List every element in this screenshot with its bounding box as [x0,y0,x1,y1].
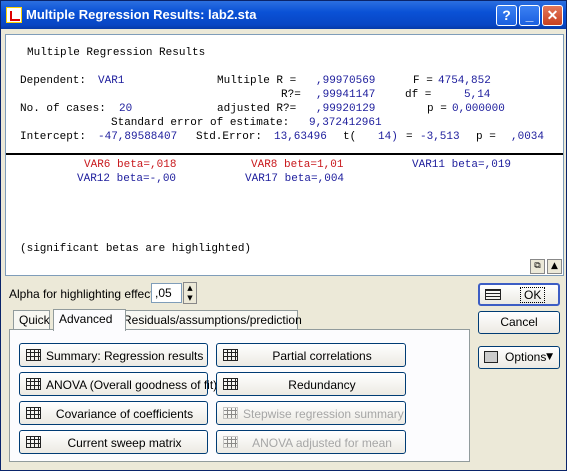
f-value: 4754,852 [438,75,491,87]
anova-button[interactable]: ANOVA (Overall goodness of fit) [19,372,218,396]
covariance-label: Covariance of coefficients [55,407,194,421]
table-icon [223,349,238,361]
p2-value: ,0034 [511,131,545,143]
covariance-button[interactable]: Covariance of coefficients [19,401,208,425]
beta-var12: VAR12 beta=-,00 [77,173,177,185]
t-equals: = [406,131,413,143]
table-icon [223,407,238,419]
copy-icon[interactable]: ⧉ [530,259,545,274]
statistica-app-icon[interactable] [6,7,22,23]
intercept-value: -47,89588407 [98,131,178,143]
tab-residuals[interactable]: Residuals/assumptions/prediction [117,310,302,330]
r-squared-value: ,99941147 [316,89,376,101]
minimize-button[interactable]: _ [519,5,540,26]
scroll-up-icon[interactable]: ▲ [547,259,562,274]
alpha-input[interactable]: ,05 [151,283,182,303]
redundancy-label: Redundancy [288,378,356,392]
multiple-r-label: Multiple R = [217,75,297,87]
summary-icon [26,349,41,361]
ok-icon [485,289,501,300]
t-value: -3,513 [420,131,460,143]
f-label: F = [413,75,433,87]
chevron-down-icon: ▼ [546,352,553,362]
stepwise-summary-button[interactable]: Stepwise regression summary [216,401,406,425]
std-error-estimate-label: Standard error of estimate: [111,117,290,129]
anova-adjusted-button[interactable]: ANOVA adjusted for mean [216,430,406,454]
results-output-panel[interactable]: Multiple Regression Results Dependent: V… [5,34,564,276]
intercept-label: Intercept: [20,131,87,143]
output-separator [6,153,563,155]
std-error-label: Std.Error: [196,131,263,143]
t-label: t( [343,131,357,143]
adjusted-r-squared-label: adjusted R?= [217,103,297,115]
df-label: df = [405,89,432,101]
summary-button[interactable]: Summary: Regression results [19,343,208,367]
std-error-estimate-value: 9,372412961 [309,117,382,129]
options-icon [484,351,498,363]
table-icon [223,378,238,390]
advanced-tab-panel: Summary: Regression results Partial corr… [9,329,470,462]
beta-var8: VAR8 beta=1,01 [251,159,344,171]
cases-label: No. of cases: [20,103,106,115]
footnote: (significant betas are highlighted) [20,243,252,255]
multiple-r-value: ,99970569 [316,75,376,87]
table-icon [26,407,41,419]
beta-var6: VAR6 beta=,018 [84,159,177,171]
t-df: 14) [378,131,398,143]
help-button[interactable]: ? [496,5,517,26]
redundancy-button[interactable]: Redundancy [216,372,406,396]
table-icon [223,436,238,448]
df-value: 5,14 [464,89,491,101]
adjusted-r-squared-value: ,99920129 [316,103,376,115]
ok-label: OK [520,287,546,303]
alpha-spinner[interactable]: ▲ ▼ [183,282,197,304]
sweep-matrix-button[interactable]: Current sweep matrix [19,430,208,454]
beta-var11: VAR11 beta=,019 [412,159,512,171]
p-value: 0,000000 [452,103,505,115]
options-button[interactable]: Options ▼ [478,346,560,369]
table-icon [26,436,41,448]
spin-down-icon[interactable]: ▼ [184,293,196,303]
table-icon [26,378,41,390]
results-dialog: Multiple Regression Results: lab2.sta ? … [0,0,567,471]
r-squared-label: R?= [281,89,301,101]
partial-correlations-label: Partial correlations [272,349,372,363]
beta-var17: VAR17 beta=,004 [245,173,345,185]
anova-adjusted-label: ANOVA adjusted for mean [252,436,392,450]
p2-label: p = [476,131,496,143]
cancel-button[interactable]: Cancel [478,311,560,334]
window-title: Multiple Regression Results: lab2.sta [26,7,257,22]
tab-advanced[interactable]: Advanced [53,309,126,331]
std-error-value: 13,63496 [274,131,327,143]
spin-up-icon[interactable]: ▲ [184,283,196,293]
options-label: Options [505,350,547,364]
p-label: p = [427,103,447,115]
dependent-value: VAR1 [98,75,125,87]
stepwise-summary-label: Stepwise regression summary [243,407,404,421]
title-bar[interactable]: Multiple Regression Results: lab2.sta ? … [1,1,566,29]
alpha-label: Alpha for highlighting effects: [9,287,163,301]
partial-correlations-button[interactable]: Partial correlations [216,343,406,367]
cases-value: 20 [119,103,133,115]
close-button[interactable]: ✕ [542,5,563,26]
dependent-label: Dependent: [20,75,87,87]
ok-button[interactable]: OK [478,283,560,306]
sweep-matrix-label: Current sweep matrix [67,436,182,450]
tab-quick[interactable]: Quick [13,310,50,330]
results-heading: Multiple Regression Results [27,47,206,59]
summary-label: Summary: Regression results [46,349,204,363]
anova-label: ANOVA (Overall goodness of fit) [46,378,218,392]
